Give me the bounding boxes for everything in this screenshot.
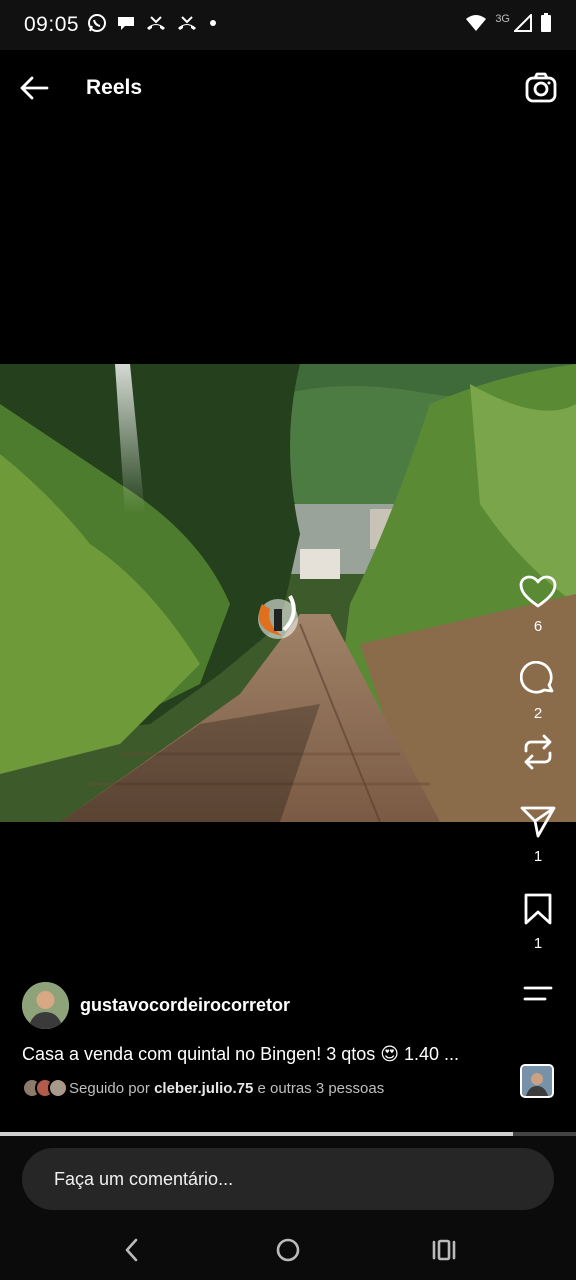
action-rail: 6 2 1 1 bbox=[500, 570, 576, 1016]
follower-avatars bbox=[22, 1078, 68, 1098]
avatar bbox=[48, 1078, 68, 1098]
dot-icon bbox=[207, 16, 219, 34]
save-button[interactable] bbox=[516, 887, 560, 931]
battery-icon bbox=[540, 12, 552, 38]
whatsapp-icon bbox=[87, 13, 107, 38]
remix-button[interactable] bbox=[516, 730, 560, 774]
share-button[interactable] bbox=[516, 800, 560, 844]
status-bar: 09:05 3G bbox=[0, 0, 576, 50]
missed-call-icon bbox=[176, 14, 198, 37]
menu-icon bbox=[523, 986, 553, 1001]
status-time: 09:05 bbox=[24, 13, 80, 36]
camera-icon bbox=[525, 72, 557, 103]
cell-signal-icon bbox=[512, 12, 532, 37]
system-nav-bar bbox=[0, 1220, 576, 1280]
wifi-icon bbox=[465, 14, 487, 37]
avatar[interactable] bbox=[22, 982, 69, 1029]
more-options-button[interactable] bbox=[516, 972, 560, 1016]
bookmark-icon bbox=[524, 893, 552, 925]
home-circle-icon bbox=[276, 1238, 300, 1262]
comment-button[interactable] bbox=[516, 657, 560, 701]
comment-input[interactable]: Faça um comentário... bbox=[22, 1148, 554, 1210]
page-title: Reels bbox=[86, 76, 143, 99]
comment-area: Faça um comentário... bbox=[0, 1136, 576, 1220]
save-count: 1 bbox=[533, 935, 543, 952]
username[interactable]: gustavocordeirocorretor bbox=[80, 995, 290, 1016]
heart-icon bbox=[519, 575, 557, 608]
reel-video[interactable] bbox=[0, 364, 576, 822]
followed-user: cleber.julio.75 bbox=[154, 1079, 254, 1097]
followed-by[interactable]: Seguido por cleber.julio.75 e outras 3 p… bbox=[22, 1078, 384, 1098]
audio-thumbnail[interactable] bbox=[520, 1064, 554, 1098]
top-bar: Reels bbox=[0, 50, 576, 126]
arrow-left-icon bbox=[20, 76, 49, 100]
camera-button[interactable] bbox=[524, 71, 558, 105]
nav-back-button[interactable] bbox=[112, 1230, 152, 1270]
chevron-left-icon bbox=[125, 1238, 138, 1262]
caption[interactable]: Casa a venda com quintal no Bingen! 3 qt… bbox=[22, 1044, 492, 1065]
repost-icon bbox=[524, 734, 552, 770]
like-count: 6 bbox=[533, 618, 543, 635]
system-icons: 3G bbox=[465, 12, 552, 38]
back-button[interactable] bbox=[18, 72, 50, 104]
recents-icon bbox=[432, 1239, 456, 1261]
share-count: 1 bbox=[533, 848, 543, 865]
nav-home-button[interactable] bbox=[268, 1230, 308, 1270]
missed-call-icon bbox=[145, 14, 167, 37]
notification-icons bbox=[87, 13, 219, 38]
chat-bubble-icon bbox=[116, 14, 136, 37]
like-button[interactable] bbox=[516, 570, 560, 614]
network-type: 3G bbox=[495, 13, 510, 25]
author-row[interactable]: gustavocordeirocorretor bbox=[22, 982, 290, 1029]
followed-prefix: Seguido por bbox=[69, 1079, 155, 1097]
comment-count: 2 bbox=[533, 705, 543, 722]
followed-suffix: e outras 3 pessoas bbox=[253, 1079, 385, 1097]
comment-icon bbox=[520, 661, 554, 694]
send-icon bbox=[520, 806, 556, 838]
nav-recents-button[interactable] bbox=[424, 1230, 464, 1270]
